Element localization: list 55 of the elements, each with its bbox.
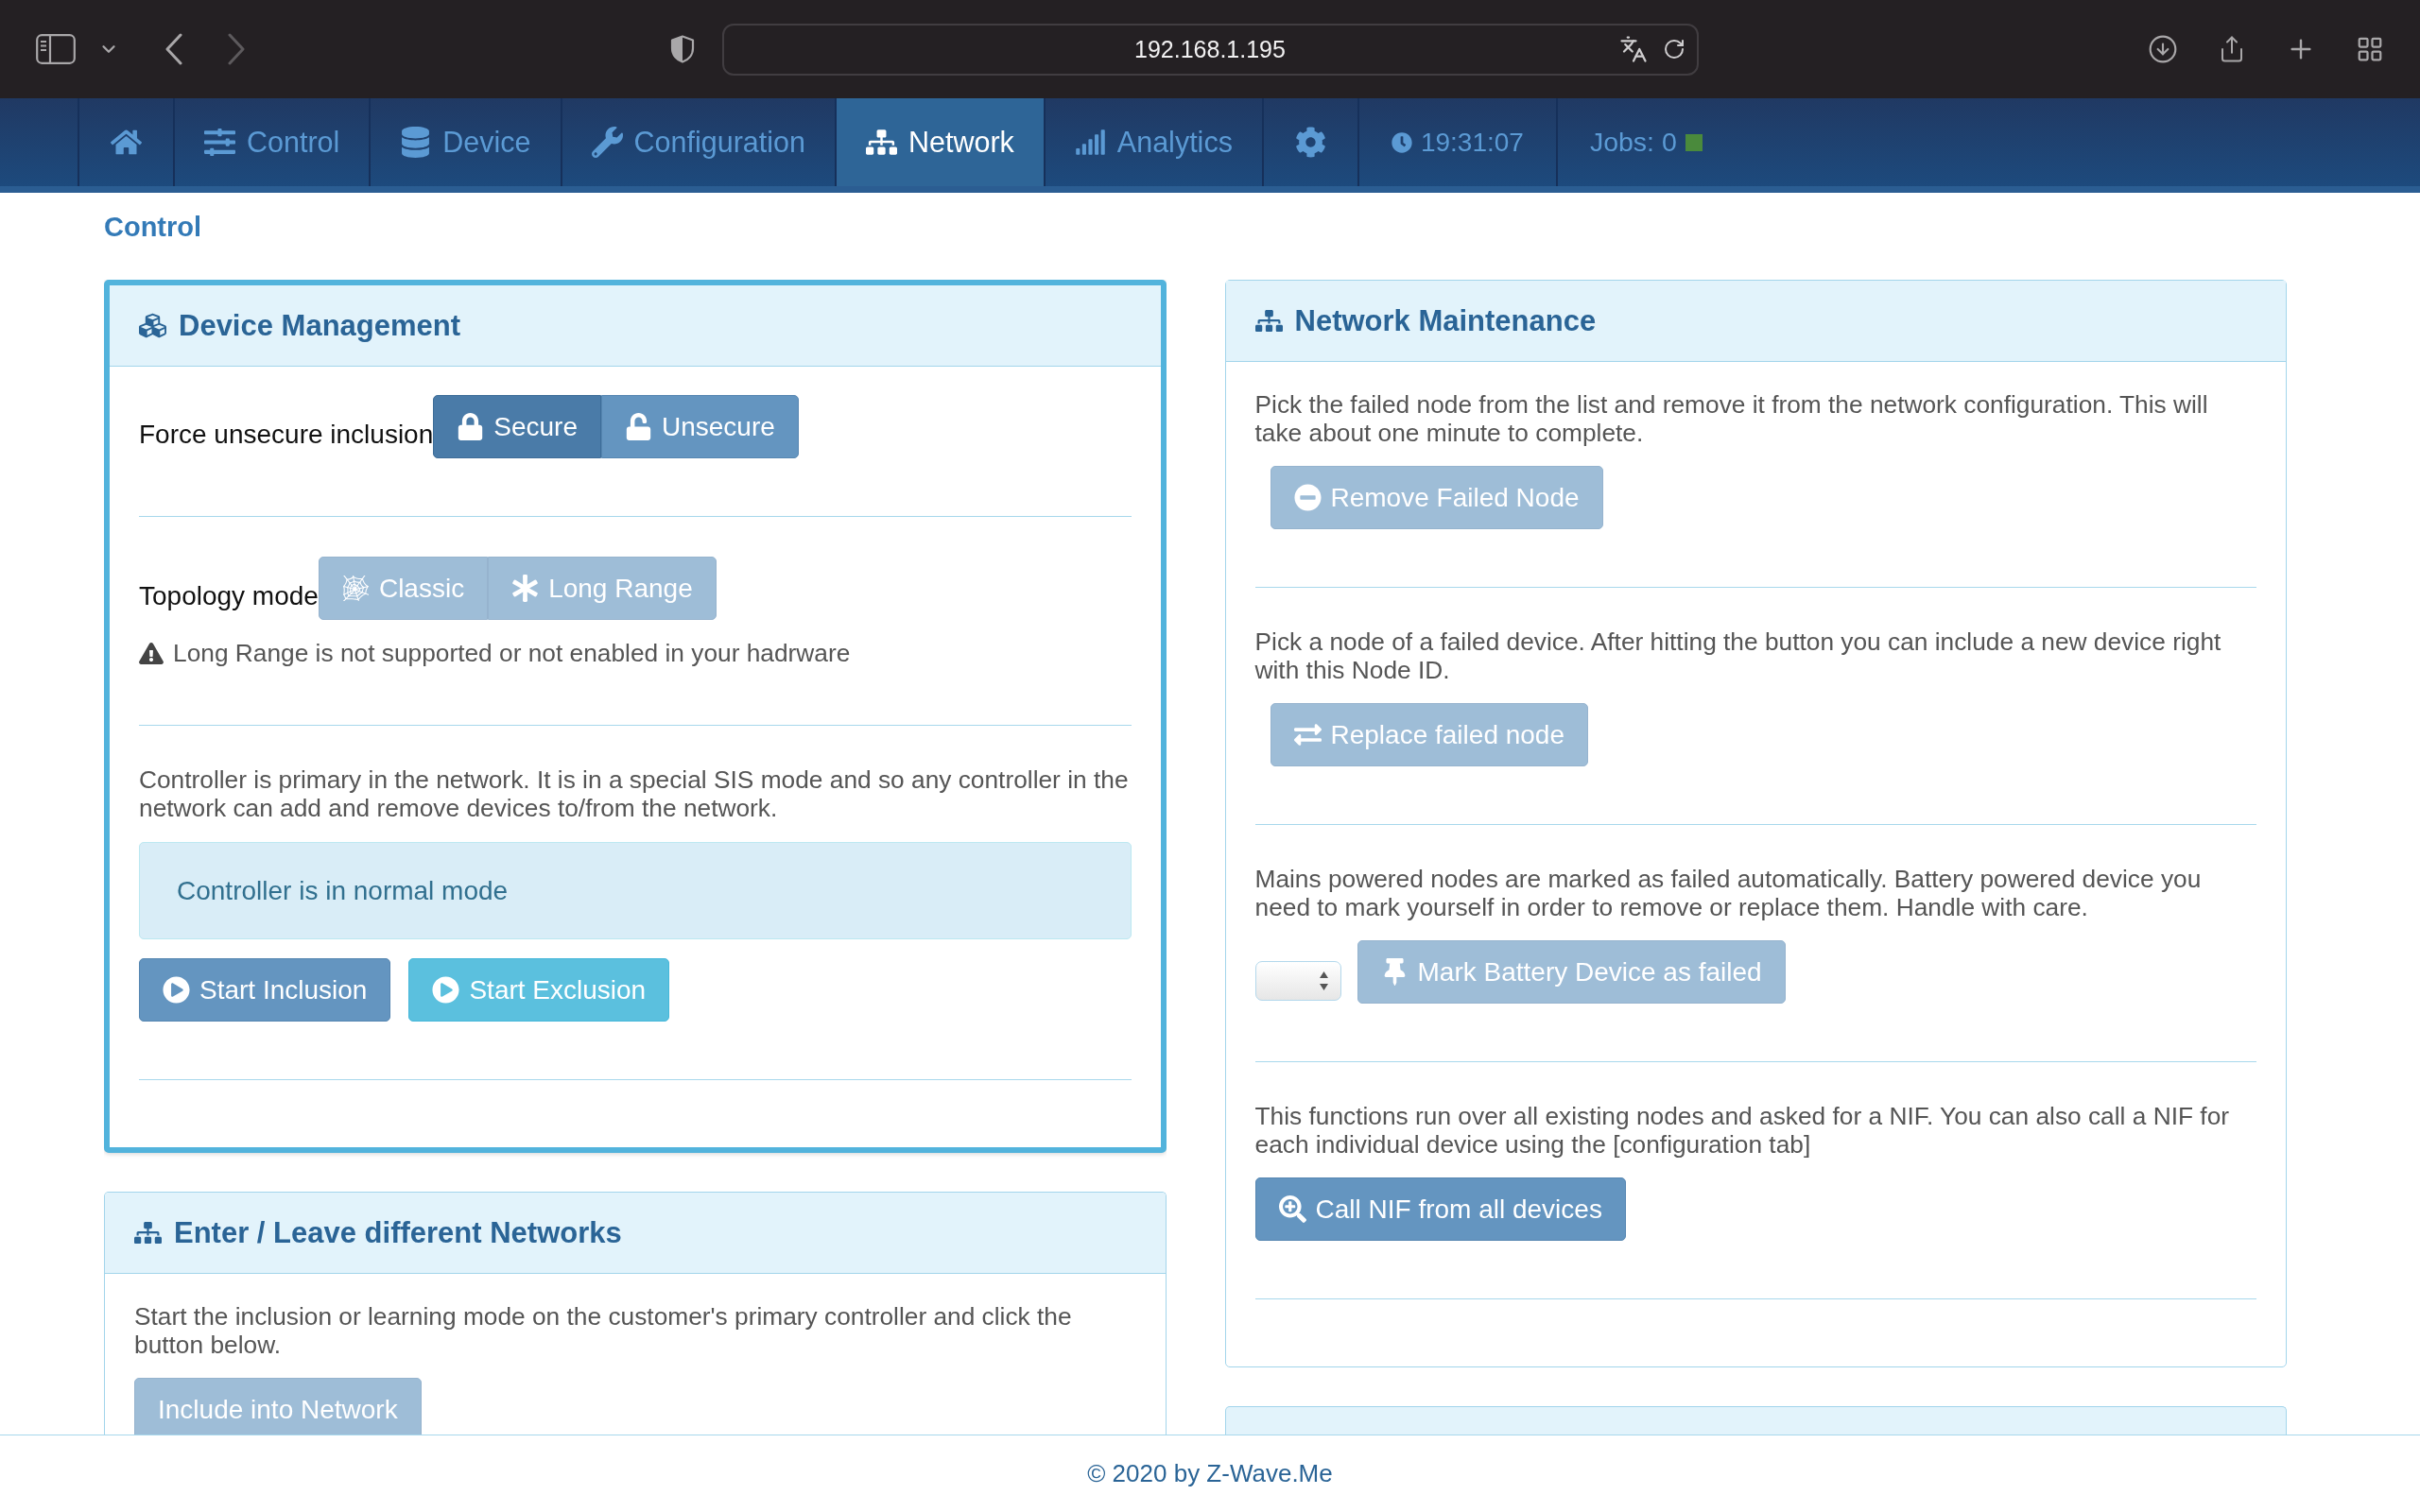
action-button[interactable]: Start Exclusion: [408, 958, 670, 1022]
sitemap-icon: [866, 127, 897, 158]
description-text: This functions run over all existing nodes and asked for a NIF. You can also call a NIF for each individual device using the [configuration tab]: [1254, 1102, 2230, 1159]
cubes-icon: [139, 312, 166, 339]
clock-icon: [1391, 131, 1412, 153]
tab-overview-icon[interactable]: [2356, 35, 2384, 63]
shield-icon[interactable]: [669, 35, 695, 63]
up-down-arrows-icon: [1318, 971, 1329, 991]
nav-tab[interactable]: Analytics: [1043, 98, 1262, 186]
description-text: Start the inclusion or learning mode on the customer's primary controller and click the button below.: [134, 1302, 1073, 1359]
spider-web-icon: [341, 575, 370, 602]
nav-tab[interactable]: Device: [369, 98, 561, 186]
warning-icon: [139, 642, 164, 664]
play-icon: [163, 976, 190, 1004]
nav-tab[interactable]: Control: [173, 98, 370, 186]
page-title: Control: [104, 213, 202, 241]
sitemap-icon: [134, 1219, 162, 1246]
status-message: Controller is in normal mode: [139, 842, 1132, 939]
action-button[interactable]: Call NIF from all devices: [1254, 1177, 1626, 1241]
description-text: Mains powered nodes are marked as failed automatically. Battery powered device you need to mark yourself in order to remove or replace them. Handle with care.: [1254, 865, 2203, 921]
signal-bars-icon: [1074, 127, 1106, 158]
toggle-button[interactable]: Secure: [433, 395, 601, 458]
field-label: Topology mode: [139, 580, 319, 612]
back-icon[interactable]: [164, 33, 183, 65]
action-button[interactable]: Start Inclusion: [139, 958, 391, 1022]
jobs-count: Jobs: 0: [1589, 127, 1677, 158]
toggle-button[interactable]: Unsecure: [601, 395, 799, 458]
sitemap-icon: [1254, 307, 1283, 335]
panel-title: Network Maintenance: [1294, 303, 1597, 338]
description-text: Controller is primary in the network. It is in a special SIS mode and so any controller in the network can add and remove devices to/from the network.: [139, 765, 1130, 822]
database-icon: [400, 127, 432, 158]
reload-icon[interactable]: [1662, 38, 1685, 60]
download-icon[interactable]: [2148, 34, 2178, 64]
warning-text: Long Range is not supported or not enabled in your hadrware: [173, 639, 851, 667]
sliders-icon: [204, 127, 235, 158]
sidebar-icon[interactable]: [36, 34, 76, 64]
nav-tab[interactable]: Network: [835, 98, 1044, 186]
panel-title: Enter / Leave different Networks: [174, 1215, 622, 1250]
description-text: Pick a node of a failed device. After hitting the button you can include a new device right with this Node ID.: [1254, 627, 2222, 684]
panel-title: Device Management: [179, 308, 461, 343]
field-label: Force unsecure inclusion: [139, 419, 434, 451]
settings-icon: [1294, 127, 1326, 158]
copyright-text: © 2020 by Z-Wave.Me: [1087, 1459, 1333, 1488]
description-text: Pick the failed node from the list and remove it from the network configuration. This will take about one minute to complete.: [1254, 390, 2209, 447]
unlocked-lock-icon: [625, 413, 652, 440]
url-text: 192.168.1.195: [1134, 35, 1286, 63]
lock-icon: [457, 413, 485, 440]
address-bar[interactable]: 192.168.1.195: [721, 23, 1699, 76]
zoom-in-icon: [1278, 1195, 1306, 1223]
node-select[interactable]: [1254, 961, 1341, 1001]
clock-time: 19:31:07: [1420, 127, 1524, 158]
wrench-icon: [591, 127, 623, 158]
play-icon: [432, 976, 460, 1004]
swap-arrows-icon: [1293, 721, 1322, 748]
asterisk-icon: [511, 575, 540, 602]
